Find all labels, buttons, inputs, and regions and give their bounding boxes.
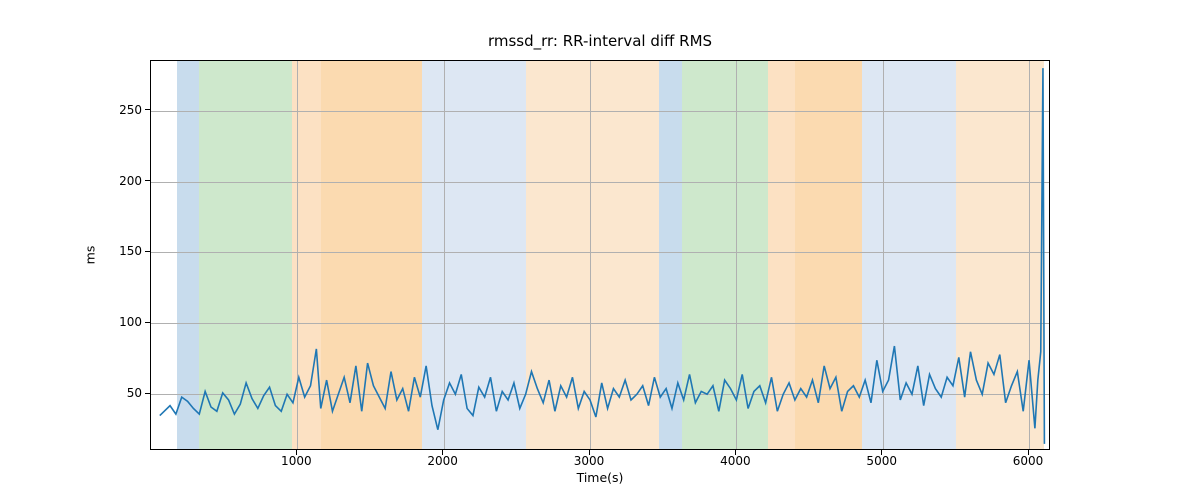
y-tick: 200 (119, 174, 142, 188)
x-tick: 2000 (427, 454, 458, 468)
chart-title: rmssd_rr: RR-interval diff RMS (150, 32, 1050, 50)
x-tick: 1000 (281, 454, 312, 468)
plot-area (150, 60, 1050, 450)
y-tick: 100 (119, 315, 142, 329)
y-tick: 250 (119, 103, 142, 117)
x-tick: 6000 (1013, 454, 1044, 468)
line-series-layer (151, 61, 1050, 450)
y-axis-label: ms (83, 246, 98, 265)
y-tick: 150 (119, 244, 142, 258)
x-tick: 4000 (720, 454, 751, 468)
y-tick: 50 (127, 386, 142, 400)
x-tick: 5000 (866, 454, 897, 468)
x-axis-label: Time(s) (150, 470, 1050, 485)
x-tick: 3000 (574, 454, 605, 468)
x-tick-mark (735, 450, 736, 455)
rmssd-line (160, 68, 1045, 444)
x-tick-mark (442, 450, 443, 455)
x-tick-mark (589, 450, 590, 455)
x-tick-mark (296, 450, 297, 455)
x-tick-mark (1028, 450, 1029, 455)
x-tick-mark (881, 450, 882, 455)
chart-container: rmssd_rr: RR-interval diff RMS Time(s) m… (0, 0, 1200, 500)
